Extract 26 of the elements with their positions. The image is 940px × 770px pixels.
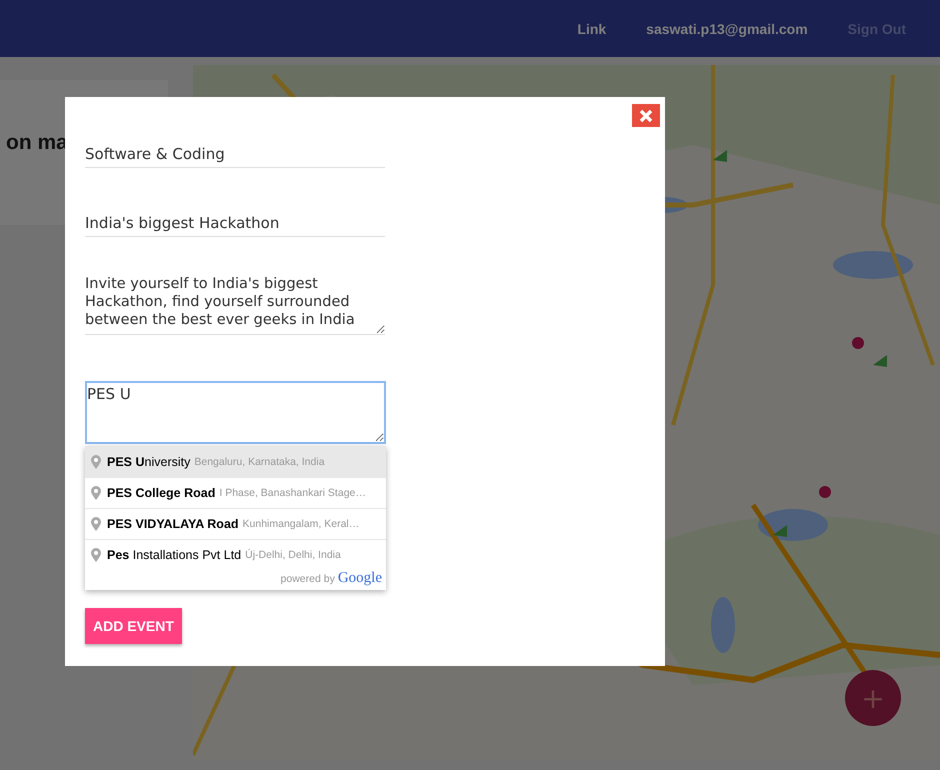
- map-pin-icon: [91, 548, 101, 562]
- close-icon: [639, 108, 653, 122]
- suggestion-item[interactable]: PES College Road I Phase, Banashankari Stage…: [85, 477, 386, 508]
- map-pin-icon: [91, 517, 101, 531]
- suggestion-item[interactable]: PES University Bengaluru, Karnataka, India: [85, 446, 386, 477]
- nav-link[interactable]: saswati.p13@gmail.com: [646, 20, 808, 36]
- nav-link[interactable]: Link: [577, 20, 606, 36]
- google-logo: Google: [338, 570, 382, 587]
- text-area[interactable]: PES U: [85, 381, 386, 444]
- suggestion-item[interactable]: PES VIDYALAYA Road Kunhimangalam, Keral…: [85, 508, 386, 539]
- map-pin-icon: [91, 455, 101, 469]
- suggestion-item[interactable]: Pes Installations Pvt Ltd Új-Delhi, Delhi, India: [85, 539, 386, 570]
- place-name: PES University: [107, 455, 190, 469]
- close-button[interactable]: [632, 104, 660, 127]
- text-field[interactable]: Software & Coding: [85, 137, 385, 168]
- place-name: PES VIDYALAYA Road: [107, 517, 239, 531]
- place-address: Új-Delhi, Delhi, India: [245, 549, 341, 561]
- map-pin-icon: [91, 486, 101, 500]
- text-area[interactable]: Invite yourself to India's biggest Hackathon, find yourself surrounded between the best ever geeks in India: [85, 275, 385, 335]
- place-name: Pes Installations Pvt Ltd: [107, 548, 242, 562]
- attribution-text: powered by: [280, 573, 335, 585]
- place-address: Kunhimangalam, Keral…: [242, 518, 360, 530]
- place-address: Bengaluru, Karnataka, India: [194, 456, 325, 468]
- place-address: I Phase, Banashankari Stage…: [219, 487, 366, 499]
- place-name: PES College Road: [107, 486, 216, 500]
- text-field[interactable]: India's biggest Hackathon: [85, 206, 385, 237]
